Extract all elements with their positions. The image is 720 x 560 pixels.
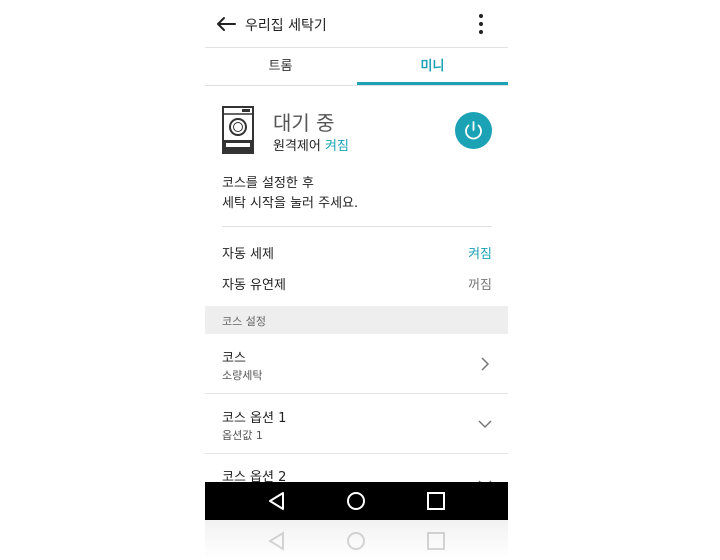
power-button[interactable] [455, 112, 492, 149]
course-option-1-value: 옵션값 1 [222, 429, 263, 442]
system-nav-bar [205, 482, 508, 520]
course-settings-header: 코스 설정 [205, 306, 508, 334]
active-tab-indicator [357, 82, 508, 85]
more-vert-icon[interactable] [471, 12, 491, 36]
instruction-line-2: 세탁 시작을 눌러 주세요. [222, 196, 359, 211]
nav-recents-reflection-icon [427, 532, 445, 550]
auto-detergent-row[interactable]: 자동 세제 켜짐 [222, 243, 492, 263]
chevron-right-icon [481, 357, 490, 371]
divider [222, 226, 492, 227]
app-bar: 우리집 세탁기 [205, 0, 508, 48]
instruction-line-1: 코스를 설정한 후 [222, 176, 314, 191]
remote-control-label: 원격제어 [273, 139, 321, 154]
course-item[interactable]: 코스 소량세탁 [205, 334, 508, 394]
auto-detergent-value: 켜짐 [468, 247, 492, 262]
course-option-1-title: 코스 옵션 1 [222, 411, 287, 426]
device-status: 대기 중 [273, 111, 335, 135]
auto-detergent-label: 자동 세제 [222, 247, 274, 262]
phone-screen: 우리집 세탁기 트롬 미니 대기 중 원격제어 켜짐 코스를 설정한 후 세탁 … [205, 0, 508, 520]
tab-trom[interactable]: 트롬 [205, 49, 356, 86]
course-title: 코스 [222, 351, 246, 366]
chevron-down-icon [478, 420, 492, 429]
auto-softener-value: 꺼짐 [468, 278, 492, 293]
nav-back-icon[interactable] [266, 490, 288, 512]
tab-bar: 트롬 미니 [205, 49, 508, 86]
page-title: 우리집 세탁기 [245, 18, 327, 34]
washing-machine-icon [222, 106, 254, 154]
nav-home-icon[interactable] [345, 490, 367, 512]
back-arrow-icon[interactable] [215, 13, 237, 35]
course-option-1-item[interactable]: 코스 옵션 1 옵션값 1 [205, 394, 508, 454]
auto-softener-row[interactable]: 자동 유연제 꺼짐 [222, 274, 492, 294]
section-header-label: 코스 설정 [222, 315, 266, 328]
screen-reflection [205, 520, 508, 560]
auto-softener-label: 자동 유연제 [222, 278, 286, 293]
nav-home-reflection-icon [347, 532, 365, 550]
power-icon [465, 121, 482, 140]
tab-mini[interactable]: 미니 [357, 49, 508, 86]
instruction-message: 코스를 설정한 후 세탁 시작을 눌러 주세요. [222, 174, 358, 214]
nav-back-reflection-icon [268, 531, 284, 551]
remote-control-status: 원격제어 켜짐 [273, 135, 349, 154]
course-value: 소량세탁 [222, 369, 263, 382]
remote-control-value: 켜짐 [324, 139, 349, 154]
nav-recents-icon[interactable] [425, 490, 447, 512]
